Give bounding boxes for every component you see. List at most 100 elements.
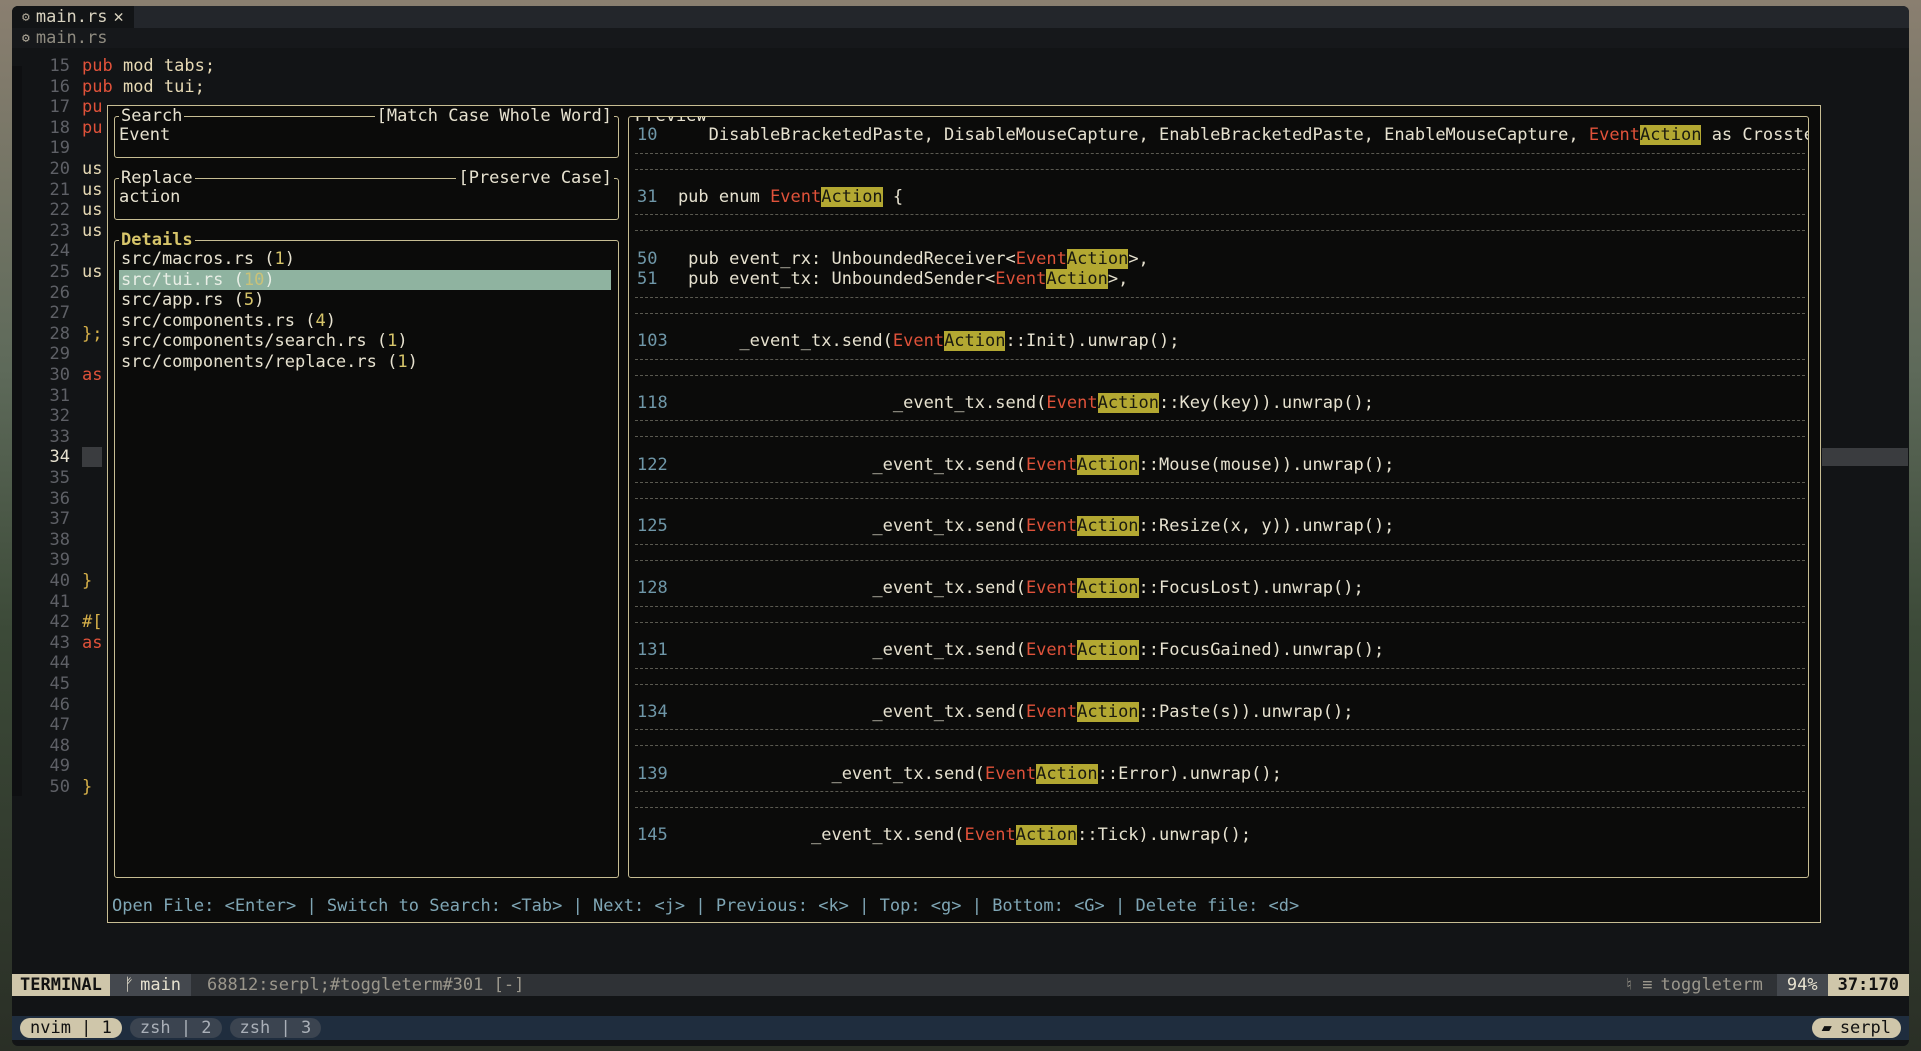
tmux-window-tab[interactable]: zsh | 3	[229, 1018, 322, 1038]
file-list-item[interactable]: src/components/search.rs (1)	[119, 331, 611, 351]
code-keyword: pu	[82, 117, 103, 138]
preview-code: _event_tx.send(	[677, 578, 1026, 599]
preview-line-number: 139	[637, 763, 668, 784]
preview-code: _event_tx.send(	[677, 392, 1047, 413]
match-highlight: Event	[1046, 392, 1098, 413]
file-list-item[interactable]: src/tui.rs (10)	[119, 269, 611, 290]
preview-code: ::Init).unwrap();	[1005, 331, 1180, 351]
tab-main-rs[interactable]: ⚙ main.rs ✕	[12, 6, 134, 28]
code-text: us	[82, 262, 103, 282]
code-line[interactable]: us	[82, 180, 102, 200]
file-list-item[interactable]: src/components/replace.rs (1)	[119, 352, 611, 372]
git-branch-icon: ᚠ	[123, 975, 135, 995]
separator	[635, 358, 1805, 360]
code-line[interactable]: }	[82, 777, 92, 797]
code-line[interactable]: pu	[82, 97, 102, 117]
file-path: src/tui.rs	[121, 269, 224, 290]
line-number: 20	[49, 159, 70, 179]
code-line[interactable]: us	[82, 200, 102, 220]
line-number: 45	[49, 674, 70, 694]
tmux-window-tab[interactable]: zsh | 2	[129, 1018, 222, 1038]
preview-line[interactable]: 128 _event_tx.send(EventAction::FocusLos…	[637, 578, 1364, 599]
winbar-filename: main.rs	[35, 28, 108, 48]
tmux-window-tab[interactable]: nvim | 1	[20, 1018, 122, 1038]
line-number: 32	[49, 406, 70, 427]
separator	[635, 729, 1805, 731]
replacement-highlight: Action	[1077, 640, 1139, 660]
preview-line[interactable]: 50 pub event_rx: UnboundedReceiver<Event…	[637, 248, 1149, 269]
code-line[interactable]: as	[82, 365, 102, 385]
preview-line[interactable]: 118 _event_tx.send(EventAction::Key(key)…	[637, 392, 1374, 413]
cursor-line-highlight	[82, 447, 102, 468]
replace-box[interactable]: Replace [Preserve Case] action	[114, 168, 619, 220]
line-number: 48	[49, 735, 70, 756]
code-line[interactable]: }	[82, 571, 92, 591]
close-icon[interactable]: ✕	[113, 7, 123, 27]
code-text: mod tabs;	[112, 56, 216, 76]
line-number: 44	[49, 653, 70, 674]
code-line[interactable]: };	[82, 324, 102, 344]
line-number: 40	[49, 571, 70, 591]
line-number: 22	[49, 200, 70, 221]
cursorline-highlight	[1822, 448, 1908, 466]
code-line[interactable]: us	[82, 159, 102, 179]
preview-line-number: 118	[637, 392, 668, 413]
search-options[interactable]: [Match Case Whole Word]	[374, 106, 614, 126]
preview-code: _event_tx.send(	[677, 640, 1026, 660]
preview-code: ::Paste(s)).unwrap();	[1138, 701, 1354, 722]
separator	[635, 667, 1805, 669]
cursor-position: 37:170	[1827, 974, 1909, 996]
line-number: 49	[49, 756, 70, 777]
preview-line[interactable]: 103 _event_tx.send(EventAction::Init).un…	[637, 331, 1179, 351]
code-text: us	[82, 200, 103, 221]
preview-code: >,	[1107, 269, 1129, 290]
preview-line[interactable]: 10 DisableBracketedPaste, DisableMouseCa…	[637, 125, 1808, 145]
code-line[interactable]: as	[82, 633, 102, 653]
separator	[635, 230, 1805, 232]
line-number: 27	[49, 303, 70, 324]
code-line[interactable]: pu	[82, 118, 102, 138]
preview-line[interactable]: 51 pub event_tx: UnboundedSender<EventAc…	[637, 269, 1129, 290]
preview-line[interactable]: 134 _event_tx.send(EventAction::Paste(s)…	[637, 701, 1354, 722]
preview-line[interactable]: 145 _event_tx.send(EventAction::Tick).un…	[637, 825, 1251, 846]
replacement-highlight: Action	[1077, 578, 1139, 599]
replacement-highlight: Action	[1640, 125, 1702, 145]
preview-line[interactable]: 139 _event_tx.send(EventAction::Error).u…	[637, 763, 1282, 784]
preview-code: _event_tx.send(	[677, 825, 965, 846]
search-box[interactable]: Search [Match Case Whole Word] Event	[114, 106, 619, 158]
preview-code: _event_tx.send(	[677, 516, 1026, 537]
file-path: src/components/replace.rs	[121, 352, 377, 372]
tmux-status-bar: nvim | 1 zsh | 2 zsh | 3 ▰ serpl	[12, 1016, 1909, 1040]
search-input[interactable]: Event	[119, 125, 170, 145]
file-list-item[interactable]: src/macros.rs (1)	[119, 249, 611, 269]
code-line[interactable]: us	[82, 262, 102, 282]
file-list-item[interactable]: src/components.rs (4)	[119, 311, 611, 331]
preview-line-number: 122	[637, 454, 668, 475]
details-title: Details	[119, 230, 195, 250]
code-line[interactable]: us	[82, 221, 102, 241]
preview-line[interactable]: 122 _event_tx.send(EventAction::Mouse(mo…	[637, 454, 1394, 475]
replacement-highlight: Action	[821, 186, 883, 207]
preview-line[interactable]: 31 pub enum EventAction {	[637, 186, 903, 207]
code-text: }	[82, 571, 93, 591]
tmux-session[interactable]: ▰ serpl	[1811, 1018, 1901, 1038]
replace-input[interactable]: action	[119, 187, 180, 207]
code-line[interactable]: pub mod tabs;	[82, 56, 215, 76]
line-number: 21	[49, 179, 70, 200]
preview-line[interactable]: 125 _event_tx.send(EventAction::Resize(x…	[637, 516, 1394, 537]
line-number: 16	[49, 76, 70, 97]
line-number: 50	[49, 777, 70, 797]
preview-line-number: 145	[637, 825, 668, 846]
file-list-item[interactable]: src/app.rs (5)	[119, 290, 611, 310]
preview-line[interactable]: 131 _event_tx.send(EventAction::FocusGai…	[637, 640, 1384, 660]
separator	[635, 605, 1805, 607]
line-number: 41	[49, 591, 70, 612]
code-line[interactable]: #[	[82, 612, 102, 632]
code-line[interactable]: pub mod tui;	[82, 77, 205, 97]
line-number: 47	[49, 715, 70, 736]
match-highlight: Event	[1025, 640, 1078, 660]
list-icon: ≡	[1642, 975, 1653, 995]
replace-options[interactable]: [Preserve Case]	[456, 168, 614, 188]
match-highlight: Event	[770, 186, 822, 207]
details-box: Details src/macros.rs (1) src/tui.rs (10)…	[114, 230, 619, 878]
